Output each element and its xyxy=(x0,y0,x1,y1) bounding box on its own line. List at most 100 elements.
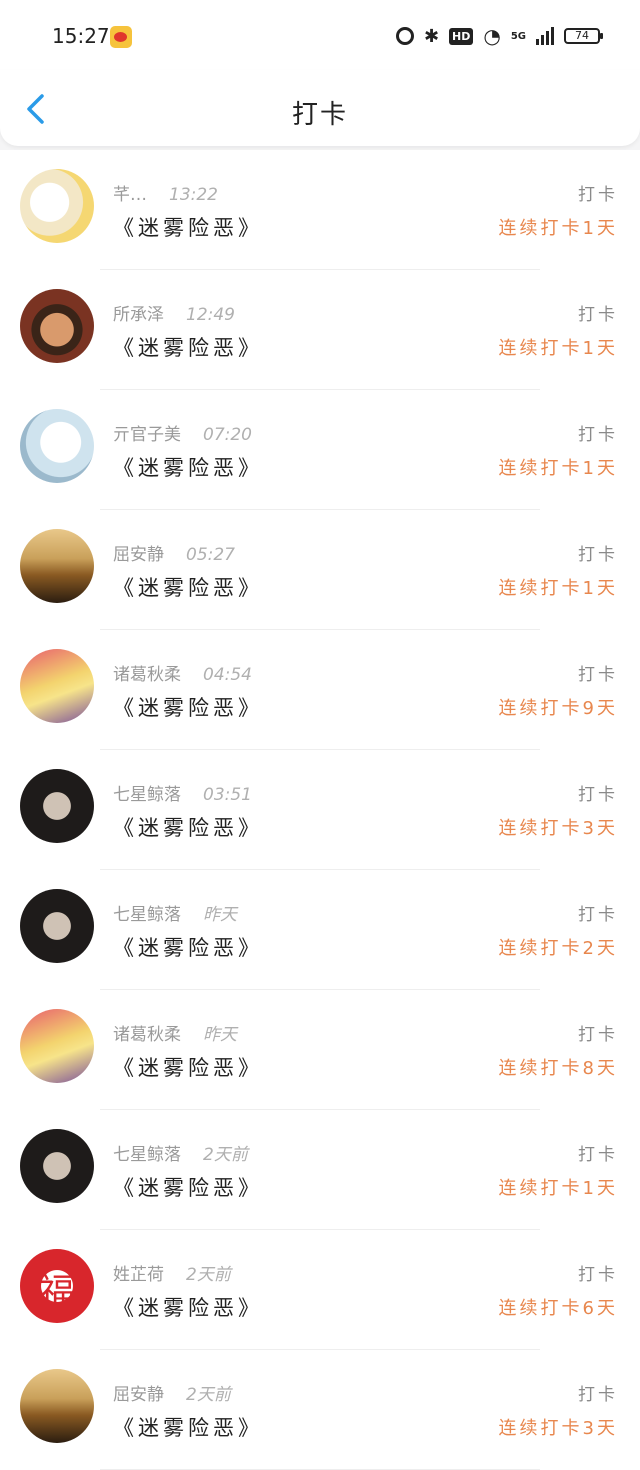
checkin-time: 昨天 xyxy=(203,905,237,925)
book-title[interactable]: 《迷雾险恶》 xyxy=(113,692,263,722)
user-line: 屈安静 05:27 xyxy=(113,540,235,565)
streak-label: 连续打卡1天 xyxy=(498,1178,618,1199)
username[interactable]: 亓官子美 xyxy=(113,425,181,445)
checkin-row[interactable]: 屈安静 2天前 《迷雾险恶》 打卡 连续打卡3天 xyxy=(0,1350,640,1470)
user-line: 七星鲸落 2天前 xyxy=(113,1140,248,1165)
user-line: 七星鲸落 03:51 xyxy=(113,780,252,805)
streak-label: 连续打卡1天 xyxy=(498,578,618,599)
checkin-time: 2天前 xyxy=(203,1145,248,1165)
status-bar: 15:27 ✱ HD ◔ 5G 74 xyxy=(0,0,640,70)
username[interactable]: 姓芷荷 xyxy=(113,1265,164,1285)
book-title[interactable]: 《迷雾险恶》 xyxy=(113,1052,263,1082)
checkin-label: 打卡 xyxy=(578,1265,618,1285)
checkin-time: 05:27 xyxy=(186,545,235,565)
username[interactable]: 芊… xyxy=(113,185,147,205)
checkin-row[interactable]: 亓官子美 07:20 《迷雾险恶》 打卡 连续打卡1天 xyxy=(0,390,640,510)
checkin-time: 13:22 xyxy=(169,185,218,205)
checkin-label: 打卡 xyxy=(578,305,618,325)
checkin-time: 2天前 xyxy=(186,1385,231,1405)
streak-label: 连续打卡1天 xyxy=(498,338,618,359)
book-title[interactable]: 《迷雾险恶》 xyxy=(113,1292,263,1322)
alarm-icon xyxy=(395,27,414,45)
avatar[interactable] xyxy=(20,769,94,843)
checkin-row[interactable]: 七星鲸落 2天前 《迷雾险恶》 打卡 连续打卡1天 xyxy=(0,1110,640,1230)
avatar[interactable] xyxy=(20,889,94,963)
bluetooth-icon: ✱ xyxy=(423,25,440,47)
status-time: 15:27 xyxy=(52,24,110,48)
checkin-time: 03:51 xyxy=(203,785,252,805)
fu-glyph: 福 xyxy=(38,1272,75,1313)
checkin-row[interactable]: 诸葛秋柔 04:54 《迷雾险恶》 打卡 连续打卡9天 xyxy=(0,630,640,750)
user-line: 芊… 13:22 xyxy=(113,180,218,205)
checkin-label: 打卡 xyxy=(578,1145,618,1165)
checkin-row[interactable]: 七星鲸落 03:51 《迷雾险恶》 打卡 连续打卡3天 xyxy=(0,750,640,870)
streak-label: 连续打卡3天 xyxy=(498,1418,618,1439)
book-title[interactable]: 《迷雾险恶》 xyxy=(113,1412,263,1442)
streak-label: 连续打卡8天 xyxy=(498,1058,618,1079)
checkin-row[interactable]: 七星鲸落 昨天 《迷雾险恶》 打卡 连续打卡2天 xyxy=(0,870,640,990)
avatar[interactable] xyxy=(20,649,94,723)
checkin-label: 打卡 xyxy=(578,665,618,685)
network-label: 5G xyxy=(510,30,526,42)
avatar[interactable] xyxy=(20,169,94,243)
checkin-label: 打卡 xyxy=(578,905,618,925)
user-line: 姓芷荷 2天前 xyxy=(113,1260,231,1285)
checkin-label: 打卡 xyxy=(578,425,618,445)
username[interactable]: 屈安静 xyxy=(113,545,164,565)
top-bar: 打卡 xyxy=(0,70,640,146)
checkin-time: 07:20 xyxy=(203,425,252,445)
streak-label: 连续打卡1天 xyxy=(498,218,618,239)
book-title[interactable]: 《迷雾险恶》 xyxy=(113,572,263,602)
book-title[interactable]: 《迷雾险恶》 xyxy=(113,1172,263,1202)
hd-badge: HD xyxy=(449,27,474,45)
book-title[interactable]: 《迷雾险恶》 xyxy=(113,932,263,962)
streak-label: 连续打卡1天 xyxy=(498,458,618,479)
avatar[interactable]: 福 xyxy=(20,1249,94,1323)
battery-icon: 74 xyxy=(564,28,603,44)
signal-icon xyxy=(536,27,554,45)
username[interactable]: 七星鲸落 xyxy=(113,785,181,805)
user-line: 诸葛秋柔 昨天 xyxy=(113,1020,237,1045)
avatar[interactable] xyxy=(20,529,94,603)
book-title[interactable]: 《迷雾险恶》 xyxy=(113,212,263,242)
username[interactable]: 诸葛秋柔 xyxy=(113,1025,181,1045)
username[interactable]: 所承泽 xyxy=(113,305,164,325)
checkin-row[interactable]: 屈安静 05:27 《迷雾险恶》 打卡 连续打卡1天 xyxy=(0,510,640,630)
avatar[interactable] xyxy=(20,289,94,363)
checkin-row[interactable]: 芊… 13:22 《迷雾险恶》 打卡 连续打卡1天 xyxy=(0,150,640,270)
username[interactable]: 七星鲸落 xyxy=(113,905,181,925)
checkin-time: 2天前 xyxy=(186,1265,231,1285)
checkin-label: 打卡 xyxy=(578,1385,618,1405)
streak-label: 连续打卡6天 xyxy=(498,1298,618,1319)
checkin-time: 昨天 xyxy=(203,1025,237,1045)
checkin-row[interactable]: 诸葛秋柔 昨天 《迷雾险恶》 打卡 连续打卡8天 xyxy=(0,990,640,1110)
checkin-label: 打卡 xyxy=(578,185,618,205)
checkin-label: 打卡 xyxy=(578,1025,618,1045)
avatar[interactable] xyxy=(20,409,94,483)
weibo-icon xyxy=(110,26,132,48)
user-line: 所承泽 12:49 xyxy=(113,300,235,325)
avatar[interactable] xyxy=(20,1369,94,1443)
checkin-label: 打卡 xyxy=(578,545,618,565)
user-line: 亓官子美 07:20 xyxy=(113,420,252,445)
checkin-time: 04:54 xyxy=(203,665,252,685)
user-line: 诸葛秋柔 04:54 xyxy=(113,660,252,685)
streak-label: 连续打卡2天 xyxy=(498,938,618,959)
username[interactable]: 七星鲸落 xyxy=(113,1145,181,1165)
streak-label: 连续打卡9天 xyxy=(498,698,618,719)
username[interactable]: 屈安静 xyxy=(113,1385,164,1405)
battery-level: 74 xyxy=(575,29,589,42)
book-title[interactable]: 《迷雾险恶》 xyxy=(113,812,263,842)
streak-label: 连续打卡3天 xyxy=(498,818,618,839)
book-title[interactable]: 《迷雾险恶》 xyxy=(113,452,263,482)
username[interactable]: 诸葛秋柔 xyxy=(113,665,181,685)
checkin-row[interactable]: 所承泽 12:49 《迷雾险恶》 打卡 连续打卡1天 xyxy=(0,270,640,390)
status-icons: ✱ HD ◔ 5G 74 xyxy=(395,24,603,48)
book-title[interactable]: 《迷雾险恶》 xyxy=(113,332,263,362)
avatar[interactable] xyxy=(20,1129,94,1203)
checkin-time: 12:49 xyxy=(186,305,235,325)
checkin-row[interactable]: 福 姓芷荷 2天前 《迷雾险恶》 打卡 连续打卡6天 xyxy=(0,1230,640,1350)
avatar[interactable] xyxy=(20,1009,94,1083)
checkin-label: 打卡 xyxy=(578,785,618,805)
wifi-icon: ◔ xyxy=(483,24,501,48)
